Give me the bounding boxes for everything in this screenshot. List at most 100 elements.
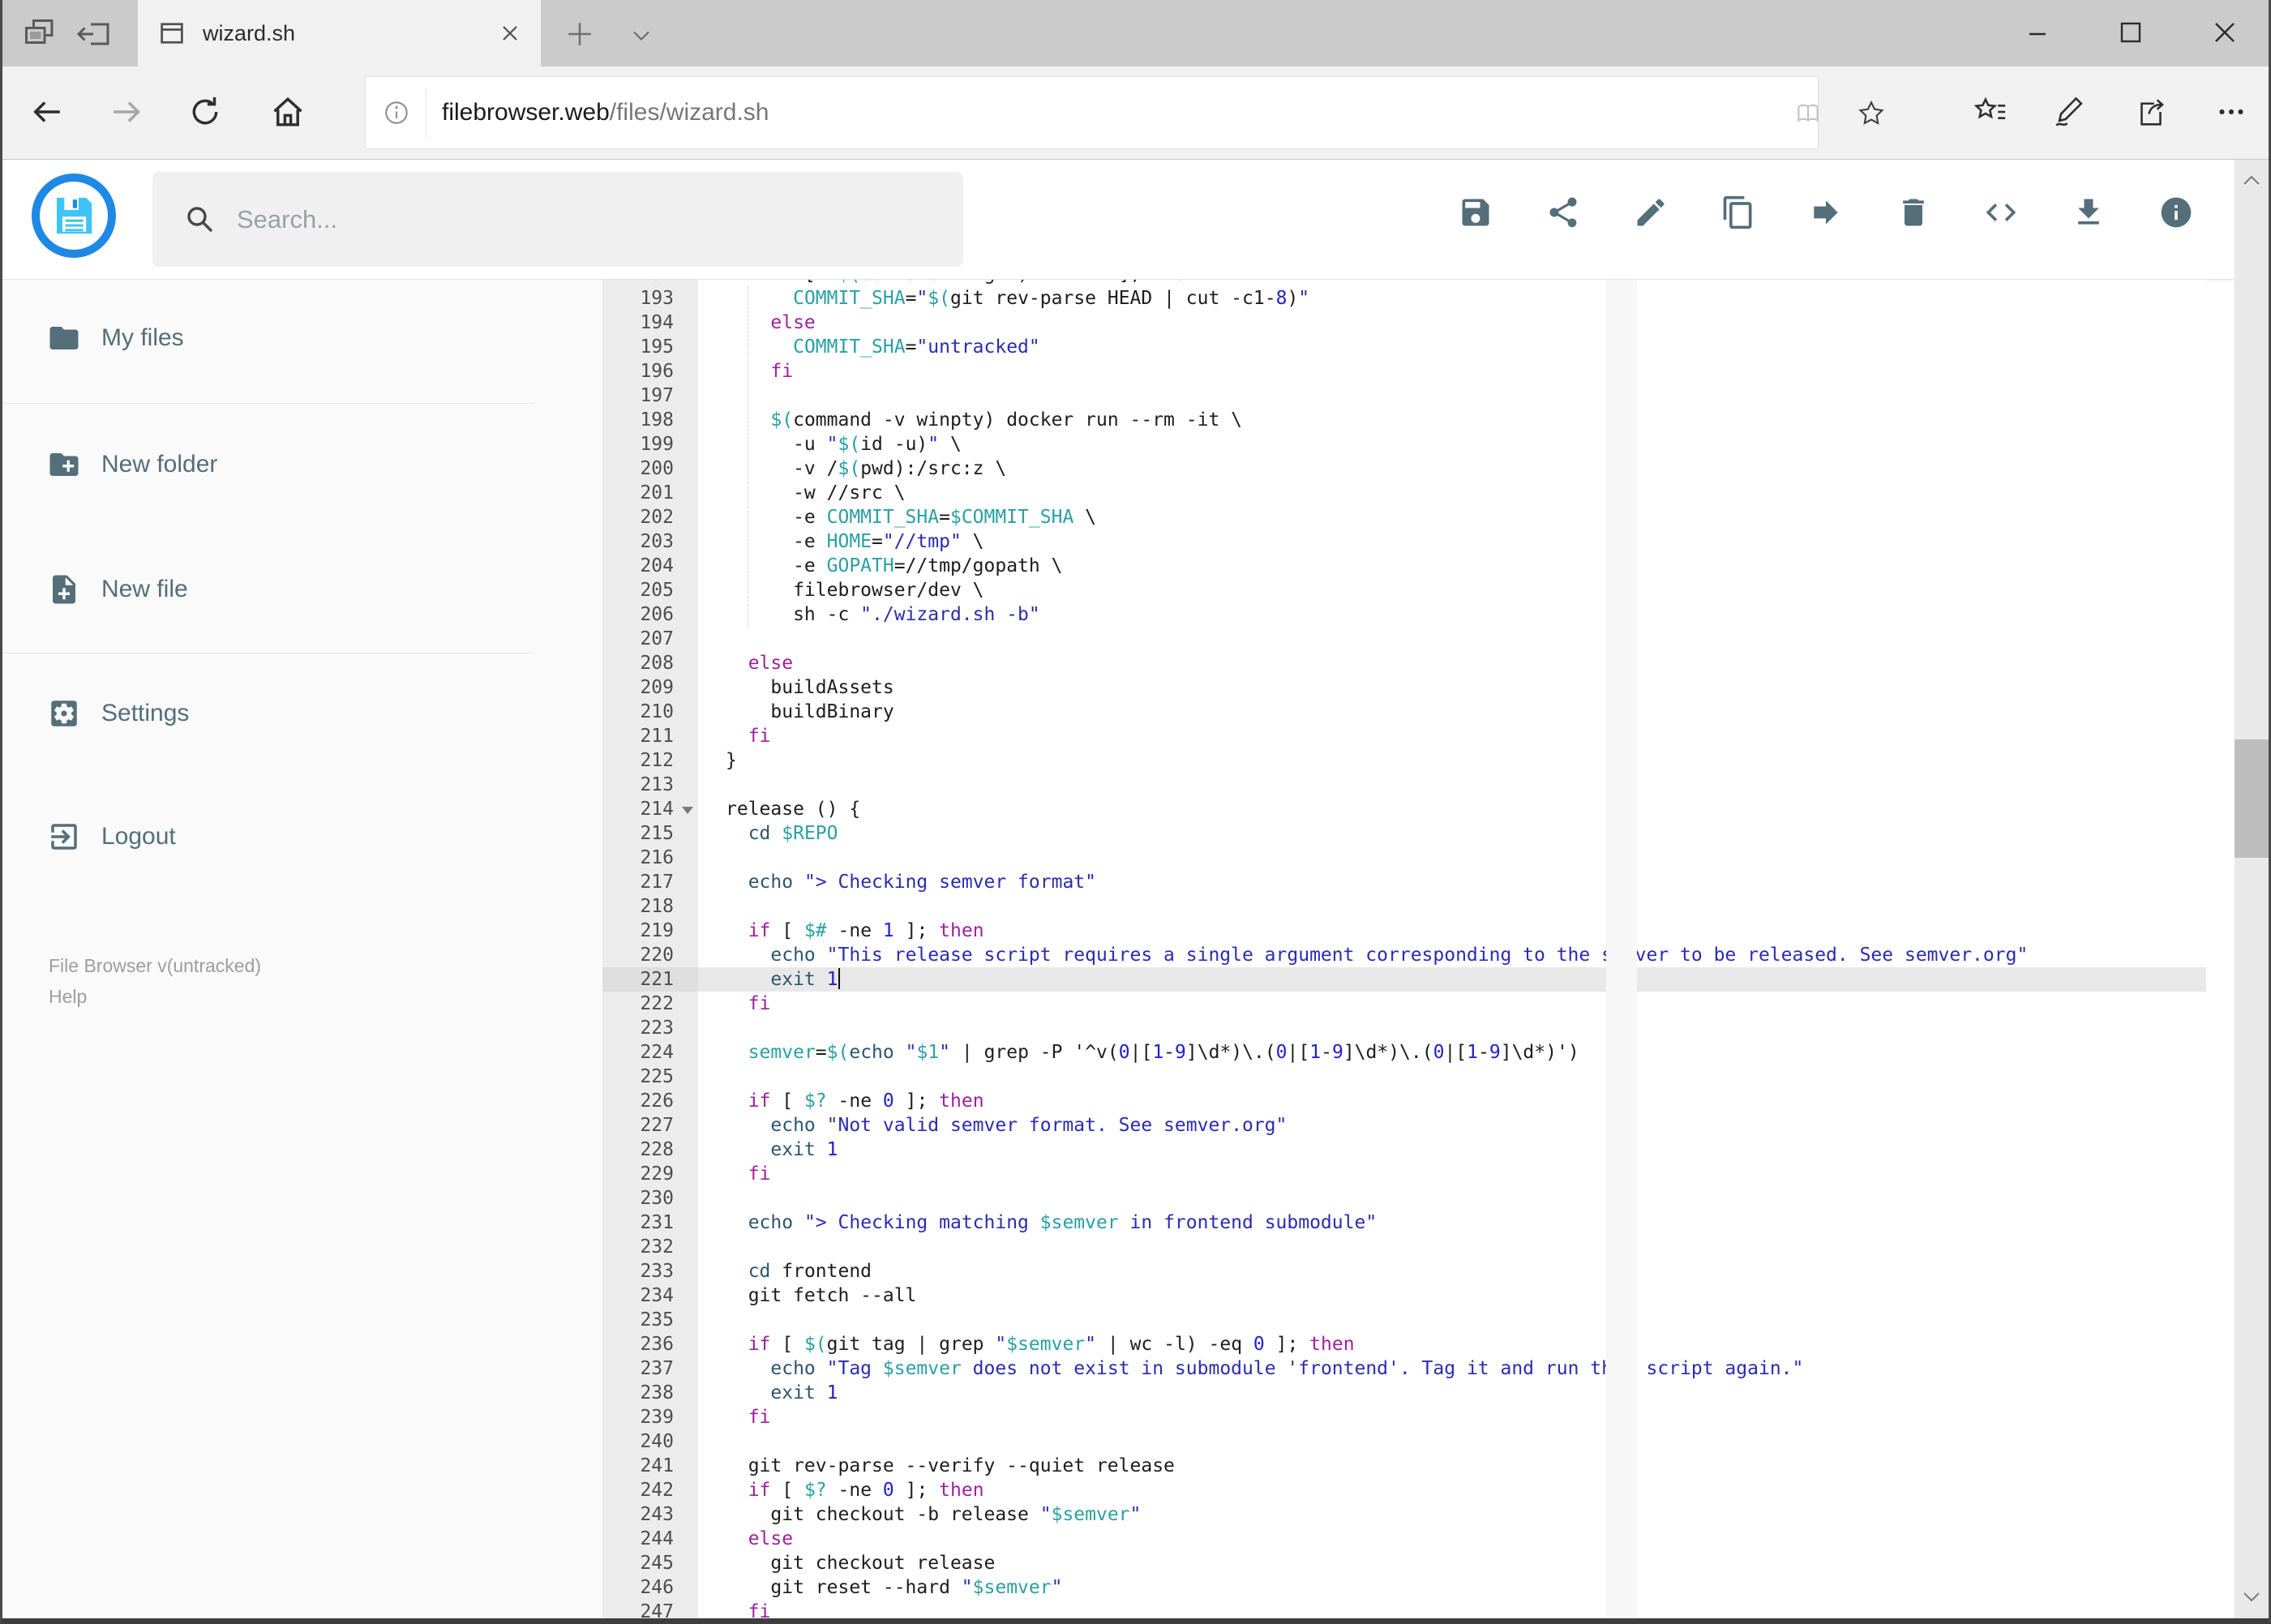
code-line[interactable]: [698, 1016, 2206, 1040]
code-line[interactable]: git checkout release: [698, 1551, 2206, 1575]
code-line[interactable]: [698, 1186, 2206, 1211]
more-menu-icon[interactable]: [2213, 93, 2250, 131]
code-line[interactable]: [698, 384, 2206, 408]
code-line[interactable]: release () {: [698, 797, 2206, 821]
code-button[interactable]: [1983, 195, 2019, 230]
info-button[interactable]: [2158, 195, 2194, 230]
code-line[interactable]: echo "Not valid semver format. See semve…: [698, 1113, 2206, 1138]
tab-list-chevron-icon[interactable]: [627, 21, 656, 50]
refresh-button[interactable]: [186, 93, 224, 131]
window-close-button[interactable]: [2199, 10, 2251, 55]
code-line[interactable]: exit 1: [698, 967, 2206, 992]
code-line[interactable]: buildBinary: [698, 700, 2206, 724]
sidebar-item-logout[interactable]: Logout: [2, 812, 602, 861]
code-line[interactable]: [698, 1235, 2206, 1259]
search-input[interactable]: [237, 172, 934, 267]
code-line[interactable]: [698, 627, 2206, 651]
sidebar-item-my-files[interactable]: My files: [2, 314, 602, 362]
code-line[interactable]: fi: [698, 1600, 2206, 1618]
back-button[interactable]: [28, 93, 66, 131]
code-line[interactable]: git reset --hard "$semver": [698, 1575, 2206, 1600]
code-line[interactable]: buildAssets: [698, 675, 2206, 700]
code-line[interactable]: if [ $? -ne 0 ]; then: [698, 1478, 2206, 1502]
code-line[interactable]: -u "$(id -u)" \: [698, 432, 2206, 456]
code-line[interactable]: COMMIT_SHA="$(git rev-parse HEAD | cut -…: [698, 286, 2206, 311]
minimize-button[interactable]: [2012, 10, 2063, 55]
forward-button[interactable]: [108, 93, 145, 131]
code-line[interactable]: [698, 1308, 2206, 1332]
code-line[interactable]: fi: [698, 1162, 2206, 1186]
app-logo[interactable]: [32, 174, 116, 258]
code-line[interactable]: -w //src \: [698, 481, 2206, 505]
tab-preview-icon[interactable]: [20, 15, 59, 54]
code-line[interactable]: filebrowser/dev \: [698, 578, 2206, 602]
code-line[interactable]: git checkout -b release "$semver": [698, 1502, 2206, 1527]
code-line[interactable]: -e COMMIT_SHA=$COMMIT_SHA \: [698, 505, 2206, 529]
code-line[interactable]: $(command -v winpty) docker run --rm -it…: [698, 408, 2206, 432]
code-line[interactable]: [698, 846, 2206, 870]
favorite-star-icon[interactable]: [1856, 98, 1887, 129]
fold-arrow-icon[interactable]: [682, 807, 693, 814]
url-bar[interactable]: filebrowser.web/files/wizard.sh: [365, 76, 1884, 149]
sidebar-item-settings[interactable]: Settings: [2, 689, 602, 738]
code-line[interactable]: echo "> Checking semver format": [698, 870, 2206, 894]
code-line[interactable]: if [ $(git tag | grep "$semver" | wc -l)…: [698, 1332, 2206, 1356]
help-link[interactable]: Help: [49, 986, 87, 1008]
home-button[interactable]: [269, 93, 306, 131]
code-line[interactable]: git rev-parse --verify --quiet release: [698, 1454, 2206, 1478]
code-line[interactable]: -e HOME="//tmp" \: [698, 529, 2206, 554]
code-line[interactable]: exit 1: [698, 1381, 2206, 1405]
code-line[interactable]: fi: [698, 1405, 2206, 1429]
code-line[interactable]: else: [698, 311, 2206, 335]
site-info-icon[interactable]: [382, 98, 411, 127]
sidebar-item-new-file[interactable]: New file: [2, 565, 602, 614]
code-line[interactable]: [698, 773, 2206, 797]
set-tabs-aside-icon[interactable]: [74, 15, 113, 54]
maximize-button[interactable]: [2105, 10, 2157, 55]
scroll-up-icon[interactable]: [2240, 169, 2263, 192]
share-button[interactable]: [1545, 195, 1581, 230]
hub-favorites-icon[interactable]: [1971, 93, 2008, 131]
code-line[interactable]: cd frontend: [698, 1259, 2206, 1283]
code-line[interactable]: echo "This release script requires a sin…: [698, 943, 2206, 967]
code-line[interactable]: COMMIT_SHA="untracked": [698, 335, 2206, 359]
scrollbar-thumb[interactable]: [2235, 739, 2269, 858]
copy-button[interactable]: [1720, 195, 1756, 230]
web-note-icon[interactable]: [2048, 93, 2085, 131]
code-line[interactable]: if [ "$(command -v git)" != "" ]; then: [698, 280, 2206, 286]
code-line[interactable]: }: [698, 748, 2206, 773]
tab-close-icon[interactable]: [497, 20, 523, 46]
move-button[interactable]: [1808, 195, 1844, 230]
code-line[interactable]: else: [698, 651, 2206, 675]
code-line[interactable]: [698, 1065, 2206, 1089]
save-button[interactable]: [1458, 195, 1493, 230]
scroll-down-icon[interactable]: [2240, 1585, 2263, 1608]
code-line[interactable]: exit 1: [698, 1138, 2206, 1162]
browser-share-icon[interactable]: [2132, 93, 2170, 131]
code-line[interactable]: git fetch --all: [698, 1283, 2206, 1308]
code-line[interactable]: fi: [698, 992, 2206, 1016]
page-scrollbar[interactable]: [2235, 160, 2269, 1618]
code-line[interactable]: -v /$(pwd):/src:z \: [698, 456, 2206, 481]
code-line[interactable]: [698, 1429, 2206, 1454]
browser-tab[interactable]: wizard.sh: [138, 0, 541, 66]
sidebar-item-new-folder[interactable]: New folder: [2, 440, 602, 489]
code-line[interactable]: echo "Tag $semver does not exist in subm…: [698, 1356, 2206, 1381]
code-line[interactable]: semver=$(echo "$1" | grep -P '^v(0|[1-9]…: [698, 1040, 2206, 1065]
code-line[interactable]: -e GOPATH=//tmp/gopath \: [698, 554, 2206, 578]
code-line[interactable]: if [ $# -ne 1 ]; then: [698, 919, 2206, 943]
code-line[interactable]: sh -c "./wizard.sh -b": [698, 602, 2206, 627]
code-line[interactable]: [698, 894, 2206, 919]
new-tab-button[interactable]: [563, 18, 596, 50]
reading-view-icon[interactable]: [1793, 98, 1823, 129]
edit-button[interactable]: [1633, 195, 1669, 230]
download-button[interactable]: [2071, 195, 2106, 230]
code-line[interactable]: fi: [698, 724, 2206, 748]
code-line[interactable]: cd $REPO: [698, 821, 2206, 846]
code-line[interactable]: else: [698, 1527, 2206, 1551]
code-line[interactable]: if [ $? -ne 0 ]; then: [698, 1089, 2206, 1113]
code-line[interactable]: echo "> Checking matching $semver in fro…: [698, 1211, 2206, 1235]
delete-button[interactable]: [1896, 195, 1931, 230]
code-editor[interactable]: 192 if [ "$(command -v git)" != "" ]; th…: [602, 280, 2206, 1618]
code-line[interactable]: fi: [698, 359, 2206, 384]
